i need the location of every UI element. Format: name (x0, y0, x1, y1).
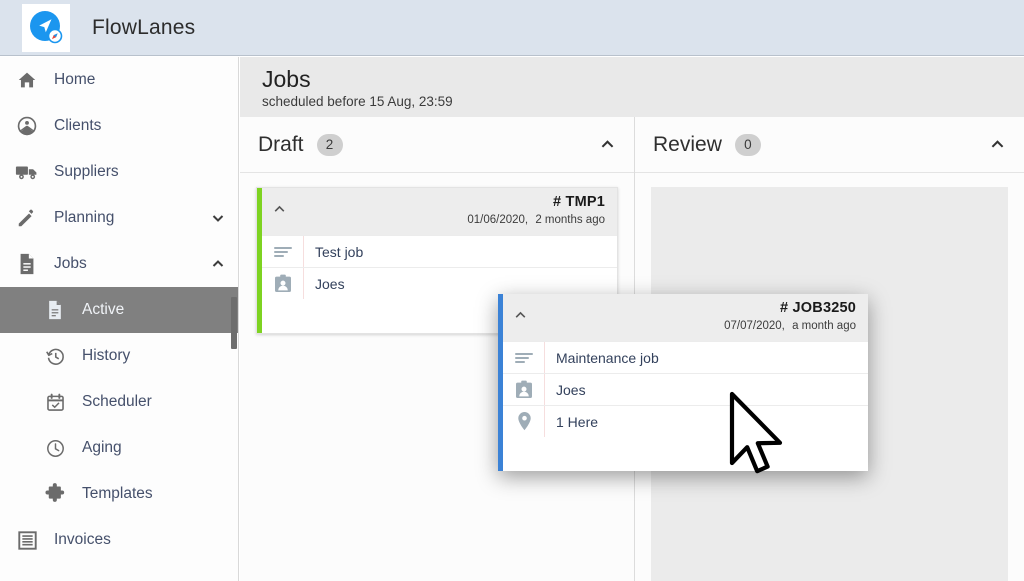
document-icon (28, 300, 82, 320)
page-title: Jobs (262, 66, 311, 92)
chevron-up-icon[interactable] (198, 256, 238, 272)
app-logo[interactable] (22, 3, 70, 52)
chevron-down-icon[interactable] (198, 210, 238, 226)
sidebar-item-planning[interactable]: Planning (0, 195, 238, 241)
sidebar-item-jobs[interactable]: Jobs (0, 241, 238, 287)
card-row-contact: Joes (503, 373, 868, 405)
column-review-title: Review (653, 132, 722, 156)
navigation-arrow-compass-icon (30, 10, 63, 43)
card-header: # JOB3250 07/07/2020, a month ago (503, 294, 868, 341)
chevron-up-icon[interactable] (513, 308, 528, 323)
column-draft-title: Draft (258, 132, 304, 156)
location-pin-icon (503, 406, 545, 437)
sidebar-item-invoices[interactable]: Invoices (0, 517, 238, 563)
sidebar-item-label: Home (54, 71, 96, 88)
sidebar-item-label: Invoices (54, 531, 111, 548)
sidebar-item-suppliers[interactable]: Suppliers (0, 149, 238, 195)
sidebar-navigation[interactable]: Home Clients Suppliers Planning Jobs Act… (0, 57, 239, 581)
home-icon (0, 69, 54, 91)
card-date-relative: a month ago (792, 320, 856, 332)
page-header: Jobs scheduled before 15 Aug, 23:59 (240, 57, 1024, 117)
card-date-relative: 2 months ago (535, 214, 605, 226)
column-review-count-badge: 0 (734, 133, 761, 156)
clock-icon (28, 438, 82, 459)
card-date: 01/06/2020, 2 months ago (467, 214, 605, 226)
card-header: # TMP1 01/06/2020, 2 months ago (262, 188, 617, 235)
sidebar-item-history[interactable]: History (0, 333, 238, 379)
contact-card-icon (262, 268, 304, 299)
card-date-absolute: 07/07/2020, (724, 320, 785, 332)
card-contact-text: Joes (556, 381, 586, 398)
card-row-description: Test job (262, 235, 617, 267)
contact-card-icon (503, 374, 545, 405)
chevron-up-icon[interactable] (599, 136, 616, 153)
top-bar: FlowLanes (0, 0, 1024, 56)
page-subtitle: scheduled before 15 Aug, 23:59 (262, 94, 453, 109)
sidebar-item-clients[interactable]: Clients (0, 103, 238, 149)
description-lines-icon (503, 342, 545, 373)
sidebar-item-aging[interactable]: Aging (0, 425, 238, 471)
sidebar-item-label: Planning (54, 209, 115, 226)
column-draft-count-badge: 2 (316, 133, 343, 156)
sidebar-scrollbar[interactable] (231, 297, 237, 349)
card-reference: # TMP1 (553, 194, 605, 210)
card-date-absolute: 01/06/2020, (467, 214, 529, 226)
sidebar-item-label: History (82, 347, 131, 364)
sidebar-item-label: Clients (54, 117, 102, 134)
sidebar-item-label: Suppliers (54, 163, 119, 180)
sidebar-item-home[interactable]: Home (0, 57, 238, 103)
pencil-icon (0, 207, 54, 229)
card-description-text: Test job (315, 243, 364, 260)
document-icon (0, 253, 54, 275)
card-description-text: Maintenance job (556, 349, 659, 366)
sidebar-item-templates[interactable]: Templates (0, 471, 238, 517)
app-title: FlowLanes (92, 15, 196, 39)
card-row-description: Maintenance job (503, 341, 868, 373)
sidebar-item-active[interactable]: Active (0, 287, 238, 333)
chevron-up-icon[interactable] (989, 136, 1006, 153)
sidebar-item-scheduler[interactable]: Scheduler (0, 379, 238, 425)
sidebar-item-label: Active (82, 301, 125, 318)
calendar-check-icon (28, 392, 82, 413)
sidebar-item-label: Jobs (54, 255, 87, 272)
puzzle-piece-icon (28, 483, 82, 505)
sidebar-item-label: Aging (82, 439, 122, 456)
sidebar-item-label: Templates (82, 485, 153, 502)
card-row-location: 1 Here (503, 405, 868, 437)
card-contact-text: Joes (315, 275, 345, 292)
column-draft-header[interactable]: Draft 2 (240, 117, 634, 173)
card-location-text: 1 Here (556, 413, 599, 430)
application-window: FlowLanes Home Clients Suppliers Plannin… (0, 0, 1024, 581)
column-review-header[interactable]: Review 0 (635, 117, 1024, 173)
dragged-job-card-job3250[interactable]: # JOB3250 07/07/2020, a month ago Mainte… (498, 294, 868, 471)
truck-icon (0, 161, 54, 183)
invoice-list-icon (0, 530, 54, 551)
sidebar-item-label: Scheduler (82, 393, 152, 410)
clients-group-icon (0, 115, 54, 137)
card-footer (503, 437, 868, 471)
card-reference: # JOB3250 (780, 300, 856, 316)
chevron-up-icon[interactable] (272, 202, 287, 217)
description-lines-icon (262, 236, 304, 267)
card-date: 07/07/2020, a month ago (724, 320, 856, 332)
history-clock-icon (28, 346, 82, 367)
